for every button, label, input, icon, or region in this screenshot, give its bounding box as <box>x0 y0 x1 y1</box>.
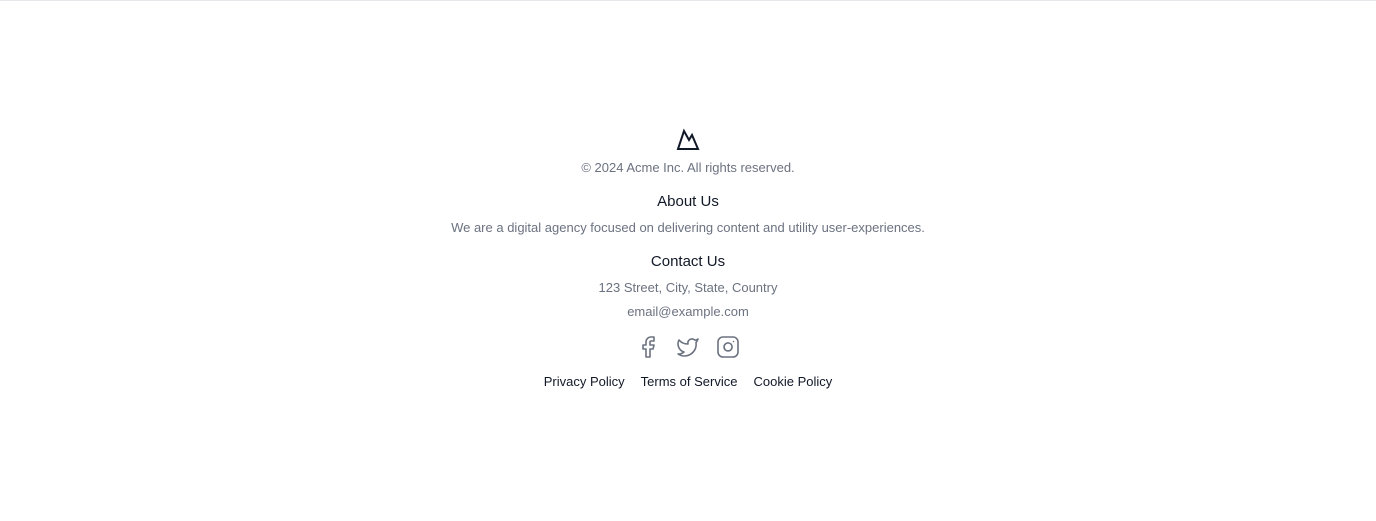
terms-of-service-link[interactable]: Terms of Service <box>641 374 738 390</box>
site-footer: © 2024 Acme Inc. All rights reserved. Ab… <box>0 128 1376 390</box>
top-divider <box>0 0 1376 1</box>
mountain-icon <box>676 128 700 150</box>
contact-title: Contact Us <box>650 253 726 270</box>
copyright-text: © 2024 Acme Inc. All rights reserved. <box>581 160 795 175</box>
facebook-link[interactable] <box>635 334 661 360</box>
about-title: About Us <box>657 193 719 210</box>
cookie-policy-link[interactable]: Cookie Policy <box>753 374 832 390</box>
social-links <box>635 334 741 360</box>
instagram-icon <box>717 336 739 358</box>
twitter-link[interactable] <box>675 334 701 360</box>
contact-email[interactable]: email@example.com <box>627 304 749 320</box>
privacy-policy-link[interactable]: Privacy Policy <box>544 374 625 390</box>
facebook-icon <box>642 336 655 358</box>
contact-address: 123 Street, City, State, Country <box>598 280 778 295</box>
instagram-link[interactable] <box>715 334 741 360</box>
twitter-icon <box>677 338 699 357</box>
about-text: We are a digital agency focused on deliv… <box>451 220 925 235</box>
legal-links: Privacy Policy Terms of Service Cookie P… <box>544 374 833 390</box>
